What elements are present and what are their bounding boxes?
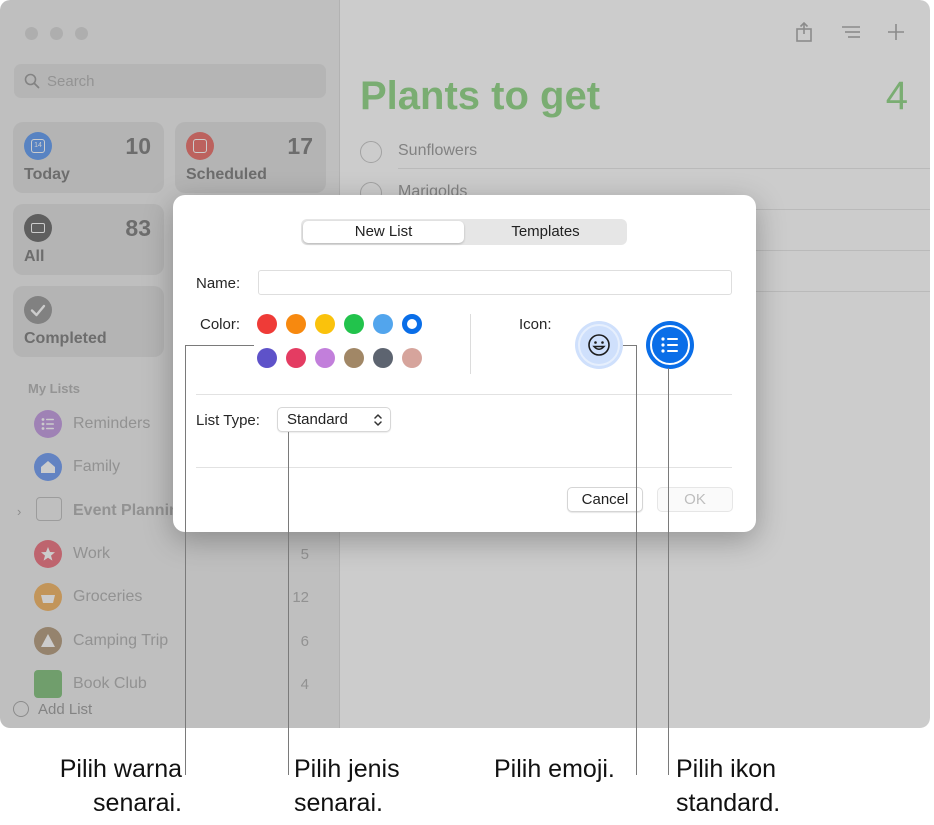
tab-templates[interactable]: Templates — [466, 221, 625, 243]
color-swatch[interactable] — [344, 314, 364, 334]
tab-new-list[interactable]: New List — [303, 221, 464, 243]
color-swatch[interactable] — [344, 348, 364, 368]
smiley-icon — [588, 334, 610, 356]
name-label: Name: — [196, 275, 241, 292]
chevron-updown-icon — [374, 414, 382, 426]
list-type-value: Standard — [287, 411, 348, 428]
color-swatch[interactable] — [257, 348, 277, 368]
color-swatch[interactable] — [373, 314, 393, 334]
color-swatch[interactable] — [315, 314, 335, 334]
list-type-label: List Type: — [196, 412, 260, 429]
color-swatch[interactable] — [373, 348, 393, 368]
icon-label: Icon: — [519, 316, 552, 333]
segmented-control: New List Templates — [301, 219, 627, 245]
list-type-select[interactable]: Standard — [277, 407, 391, 432]
callout-list-type: Pilih jenis senarai. — [294, 755, 400, 817]
callout-emoji: Pilih emoji. — [494, 755, 615, 783]
color-swatch[interactable] — [402, 348, 422, 368]
callout-icon: Pilih ikon standard. — [676, 755, 781, 817]
color-swatch[interactable] — [286, 314, 306, 334]
list-icon — [661, 337, 678, 353]
color-swatch[interactable] — [315, 348, 335, 368]
color-label: Color: — [200, 316, 241, 333]
cancel-button[interactable]: Cancel — [567, 487, 643, 512]
color-swatch[interactable] — [402, 314, 422, 334]
name-field[interactable] — [258, 270, 732, 295]
color-swatch[interactable] — [257, 314, 277, 334]
standard-icon-button[interactable] — [646, 321, 694, 369]
callout-color: Pilih warna senarai. — [59, 755, 182, 817]
color-swatch[interactable] — [286, 348, 306, 368]
emoji-icon-button[interactable] — [575, 321, 623, 369]
